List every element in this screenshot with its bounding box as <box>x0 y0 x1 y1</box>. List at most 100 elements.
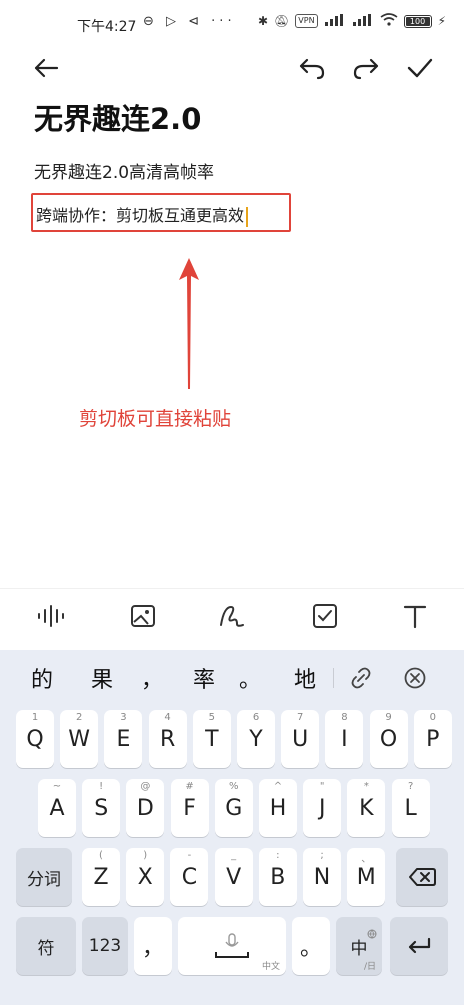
status-bar: 下午4:27 ⊖ ▷ ⊲ ··· ✱ 🔕︎ VPN 100 ⚡ <box>0 0 464 50</box>
backspace-key[interactable] <box>396 848 448 906</box>
signal2-icon <box>352 13 374 29</box>
key-label: Q <box>26 726 44 752</box>
key-label: J <box>318 795 326 821</box>
note-line-2-text: 跨端协作：剪切板互通更高效 <box>36 206 245 225</box>
undo-button[interactable] <box>296 52 328 84</box>
key-h[interactable]: ^ H <box>259 779 297 837</box>
candidate-4[interactable]: 率 <box>193 662 215 694</box>
fenci-key[interactable]: 分词 <box>16 848 72 906</box>
key-t[interactable]: 5T <box>192 710 231 768</box>
key-label: U <box>292 726 309 752</box>
key-hint: 2 <box>76 712 83 723</box>
key-l[interactable]: ? L <box>391 779 430 837</box>
note-line-1[interactable]: 无界趣连2.0高清高帧率 <box>34 158 214 183</box>
close-candidates-button[interactable] <box>403 666 427 694</box>
handwriting-button[interactable] <box>217 601 247 631</box>
key-k[interactable]: * K <box>347 779 386 837</box>
symbol-key[interactable]: 符 <box>16 917 76 975</box>
key-w[interactable]: 2W <box>60 710 99 768</box>
key-label: O <box>379 726 398 752</box>
key-c[interactable]: -C <box>170 848 209 906</box>
key-label: T <box>205 726 219 752</box>
redo-button[interactable] <box>350 52 382 84</box>
key-i[interactable]: 8I <box>325 710 364 768</box>
key-hint: ^ <box>273 781 283 792</box>
key-m[interactable]: 、 M <box>347 848 386 906</box>
checkbox-icon <box>313 604 337 628</box>
candidate-5[interactable]: 。 <box>239 662 261 694</box>
period-key[interactable]: 。 <box>292 917 330 975</box>
key-p[interactable]: 0P <box>413 710 452 768</box>
globe-icon <box>367 920 377 945</box>
back-button[interactable] <box>30 52 62 84</box>
candidate-bar: 的 果 ， 率 。 地 <box>0 650 464 704</box>
key-d[interactable]: @ D <box>126 779 165 837</box>
key-hint: 7 <box>297 712 304 723</box>
clipboard-link-button[interactable] <box>349 666 373 694</box>
key-hint: ; <box>320 850 324 861</box>
comma-key[interactable]: ， <box>134 917 172 975</box>
candidate-3[interactable]: ， <box>141 662 163 694</box>
key-hint: ( <box>99 850 103 861</box>
key-y[interactable]: 6Y <box>237 710 275 768</box>
key-r[interactable]: 4R <box>148 710 187 768</box>
enter-key[interactable] <box>390 917 448 975</box>
checklist-button[interactable] <box>310 601 340 631</box>
key-x[interactable]: ) X <box>126 848 165 906</box>
note-title[interactable]: 无界趣连2.0 <box>34 96 201 138</box>
key-u[interactable]: 7U <box>281 710 320 768</box>
key-label: K <box>359 795 374 821</box>
language-sub-label: /日 <box>363 962 376 972</box>
candidate-2[interactable]: 果 <box>91 662 113 694</box>
key-label: F <box>183 795 196 821</box>
note-line-2[interactable]: 跨端协作：剪切板互通更高效 <box>36 202 249 227</box>
key-label: 符 <box>37 938 55 959</box>
space-mic-icon <box>215 933 249 958</box>
key-label: C <box>181 864 198 890</box>
key-label: X <box>137 864 153 890</box>
text-format-button[interactable] <box>400 601 430 631</box>
key-hint: 4 <box>164 712 171 723</box>
voice-button[interactable] <box>36 601 66 631</box>
key-hint: : <box>276 850 280 861</box>
key-hint: # <box>185 781 194 792</box>
vpn-badge: VPN <box>295 14 318 28</box>
key-label: ， <box>141 936 164 961</box>
key-hint: 0 <box>429 712 436 723</box>
done-button[interactable] <box>404 52 436 84</box>
key-v[interactable]: _ V <box>214 848 253 906</box>
key-a[interactable]: ~ A <box>38 779 76 837</box>
key-hint: @ <box>140 781 151 792</box>
key-z[interactable]: (Z <box>82 848 120 906</box>
key-label: Z <box>93 864 109 890</box>
format-toolbar <box>0 588 464 642</box>
key-o[interactable]: 9O <box>369 710 408 768</box>
text-caret <box>246 206 249 227</box>
space-sub-label: 中文 <box>261 962 280 972</box>
key-n[interactable]: ; N <box>303 848 341 906</box>
space-key[interactable]: 中文 <box>178 917 286 975</box>
candidate-6[interactable]: 地 <box>294 662 316 694</box>
key-f[interactable]: # F <box>170 779 209 837</box>
image-button[interactable] <box>128 601 158 631</box>
wifi-icon <box>380 13 398 29</box>
annotation-text: 剪切板可直接粘贴 <box>79 408 232 430</box>
key-j[interactable]: " J <box>303 779 342 837</box>
number-key[interactable]: 123 <box>82 917 128 975</box>
key-q[interactable]: 1Q <box>16 710 54 768</box>
charging-icon: ⚡ <box>437 14 446 28</box>
key-hint: _ <box>231 850 237 861</box>
key-label: S <box>94 795 109 821</box>
key-hint: 5 <box>208 712 215 723</box>
key-b[interactable]: :B <box>258 848 297 906</box>
key-s[interactable]: ! S <box>82 779 121 837</box>
candidate-1[interactable]: 的 <box>31 662 53 694</box>
key-hint: 9 <box>385 712 392 723</box>
key-g[interactable]: % G <box>214 779 253 837</box>
waveform-icon <box>38 605 64 627</box>
key-label: D <box>136 795 154 821</box>
undo-icon <box>299 58 325 80</box>
language-key[interactable]: 中/日 <box>336 917 382 975</box>
key-e[interactable]: 3E <box>104 710 143 768</box>
key-label: M <box>356 864 376 890</box>
